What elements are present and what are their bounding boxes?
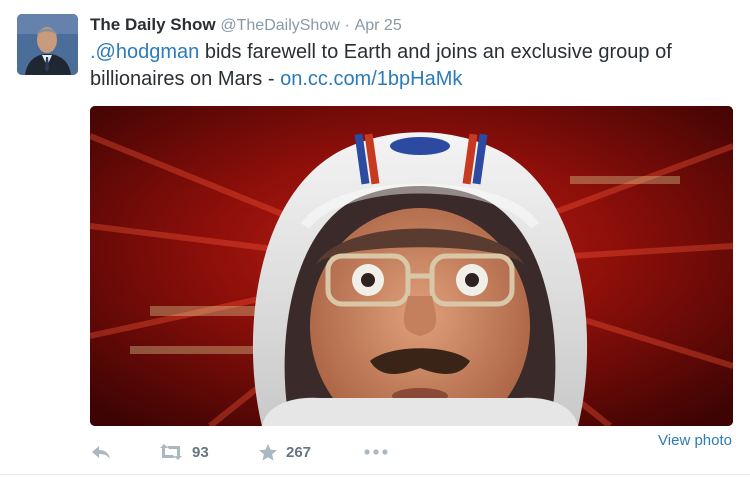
retweet-icon: [158, 443, 184, 461]
tweet-timestamp[interactable]: Apr 25: [355, 17, 402, 34]
more-dots-icon: [363, 448, 389, 456]
star-icon: [258, 443, 278, 462]
divider: [0, 474, 750, 475]
more-button[interactable]: [363, 440, 389, 464]
reply-button[interactable]: [90, 440, 112, 464]
user-handle[interactable]: @TheDailyShow: [220, 17, 339, 34]
avatar[interactable]: [17, 14, 78, 75]
tweet: The Daily Show @TheDailyShow · Apr 25 .@…: [0, 0, 750, 477]
user-fullname[interactable]: The Daily Show: [90, 15, 216, 34]
mention-link[interactable]: .@hodgman: [90, 41, 199, 63]
view-photo-link[interactable]: View photo: [658, 432, 732, 449]
tweet-actions: 93 267: [90, 440, 733, 464]
url-link[interactable]: on.cc.com/1bpHaMk: [280, 68, 462, 90]
retweet-button[interactable]: 93: [158, 440, 209, 464]
tweet-header: The Daily Show @TheDailyShow · Apr 25: [90, 14, 402, 37]
tweet-photo[interactable]: [90, 106, 733, 426]
header-separator: ·: [344, 17, 350, 34]
favorite-count: 267: [286, 443, 312, 461]
tweet-text: .@hodgman bids farewell to Earth and joi…: [90, 39, 730, 93]
favorite-button[interactable]: 267: [258, 440, 311, 464]
retweet-count: 93: [192, 443, 209, 461]
reply-icon: [90, 443, 112, 461]
